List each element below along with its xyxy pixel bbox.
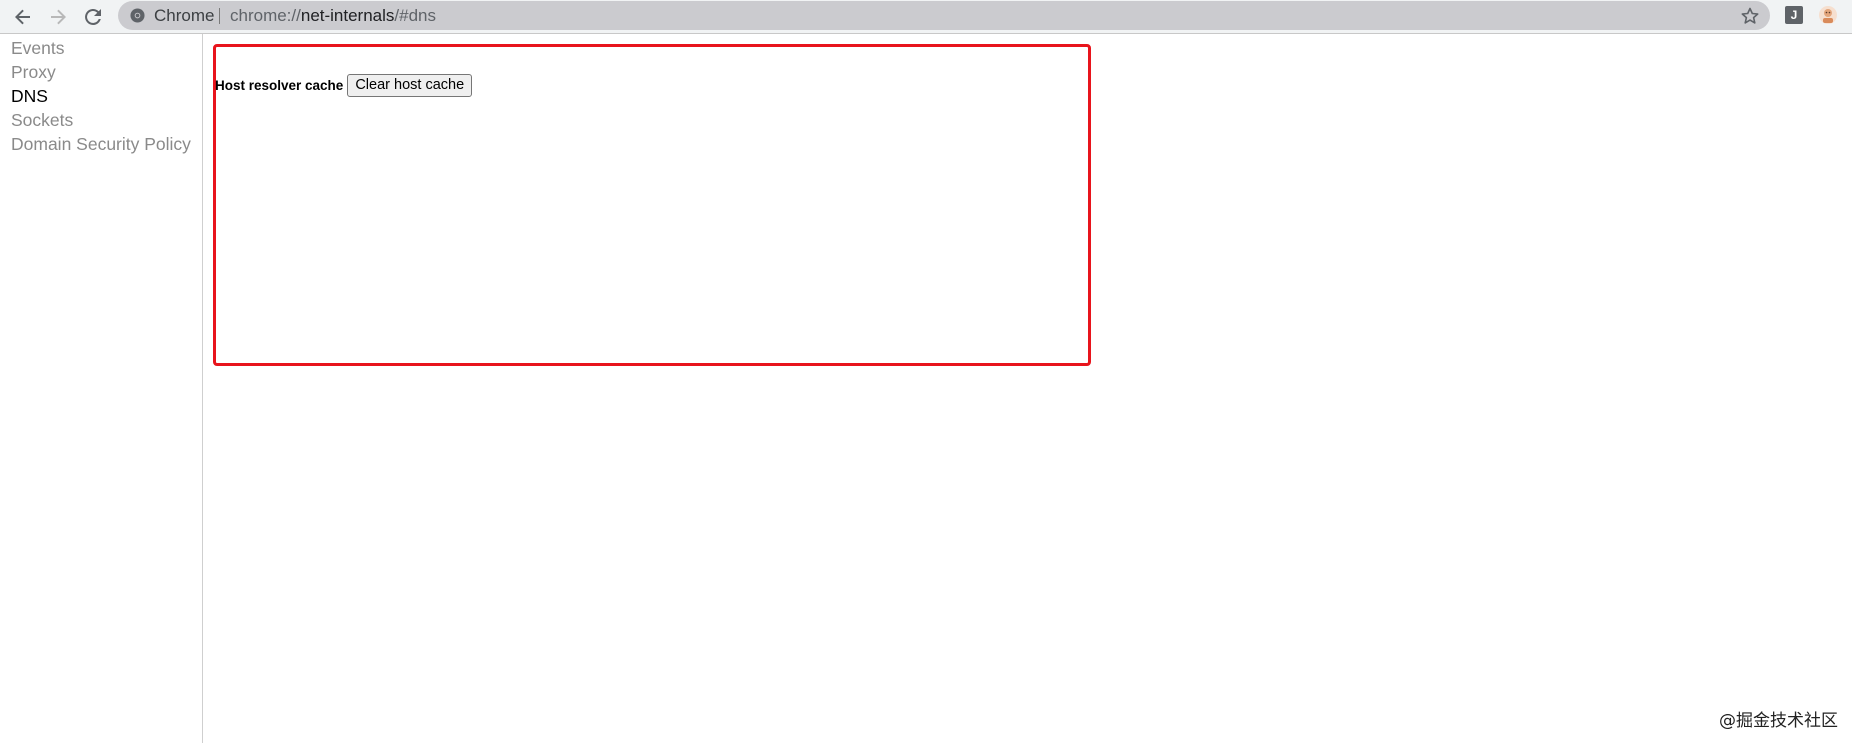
site-label: Chrome xyxy=(154,6,215,25)
chrome-site-icon xyxy=(130,8,145,23)
url-path: /#dns xyxy=(394,6,437,25)
back-icon[interactable] xyxy=(10,4,36,30)
address-bar[interactable]: Chrome chrome://net-internals/#dns xyxy=(118,1,1770,30)
star-icon[interactable] xyxy=(1740,6,1760,26)
host-resolver-cache-row: Host resolver cache Clear host cache xyxy=(215,74,473,97)
forward-icon[interactable] xyxy=(45,4,71,30)
url-host: net-internals xyxy=(300,6,395,25)
sidebar-item-dns[interactable]: DNS xyxy=(11,84,48,108)
profile-avatar-icon[interactable] xyxy=(1818,5,1838,25)
sidebar-item-sockets[interactable]: Sockets xyxy=(11,108,73,132)
clear-host-cache-button[interactable]: Clear host cache xyxy=(347,74,473,97)
host-resolver-cache-label: Host resolver cache xyxy=(215,78,344,93)
extension-j-icon[interactable]: J xyxy=(1785,6,1803,24)
watermark: @掘金技术社区 xyxy=(1719,711,1838,731)
url-text[interactable]: chrome://net-internals/#dns xyxy=(230,6,436,26)
reload-icon[interactable] xyxy=(80,4,106,30)
sidebar-nav: Events Proxy DNS Sockets Domain Security… xyxy=(0,34,203,743)
sidebar-item-domain-security-policy[interactable]: Domain Security Policy xyxy=(11,132,191,156)
sidebar-item-events[interactable]: Events xyxy=(11,36,65,60)
url-scheme: chrome:// xyxy=(230,6,301,25)
omnibox-separator xyxy=(219,8,220,24)
sidebar-item-proxy[interactable]: Proxy xyxy=(11,60,56,84)
browser-toolbar: Chrome chrome://net-internals/#dns J xyxy=(0,0,1852,34)
